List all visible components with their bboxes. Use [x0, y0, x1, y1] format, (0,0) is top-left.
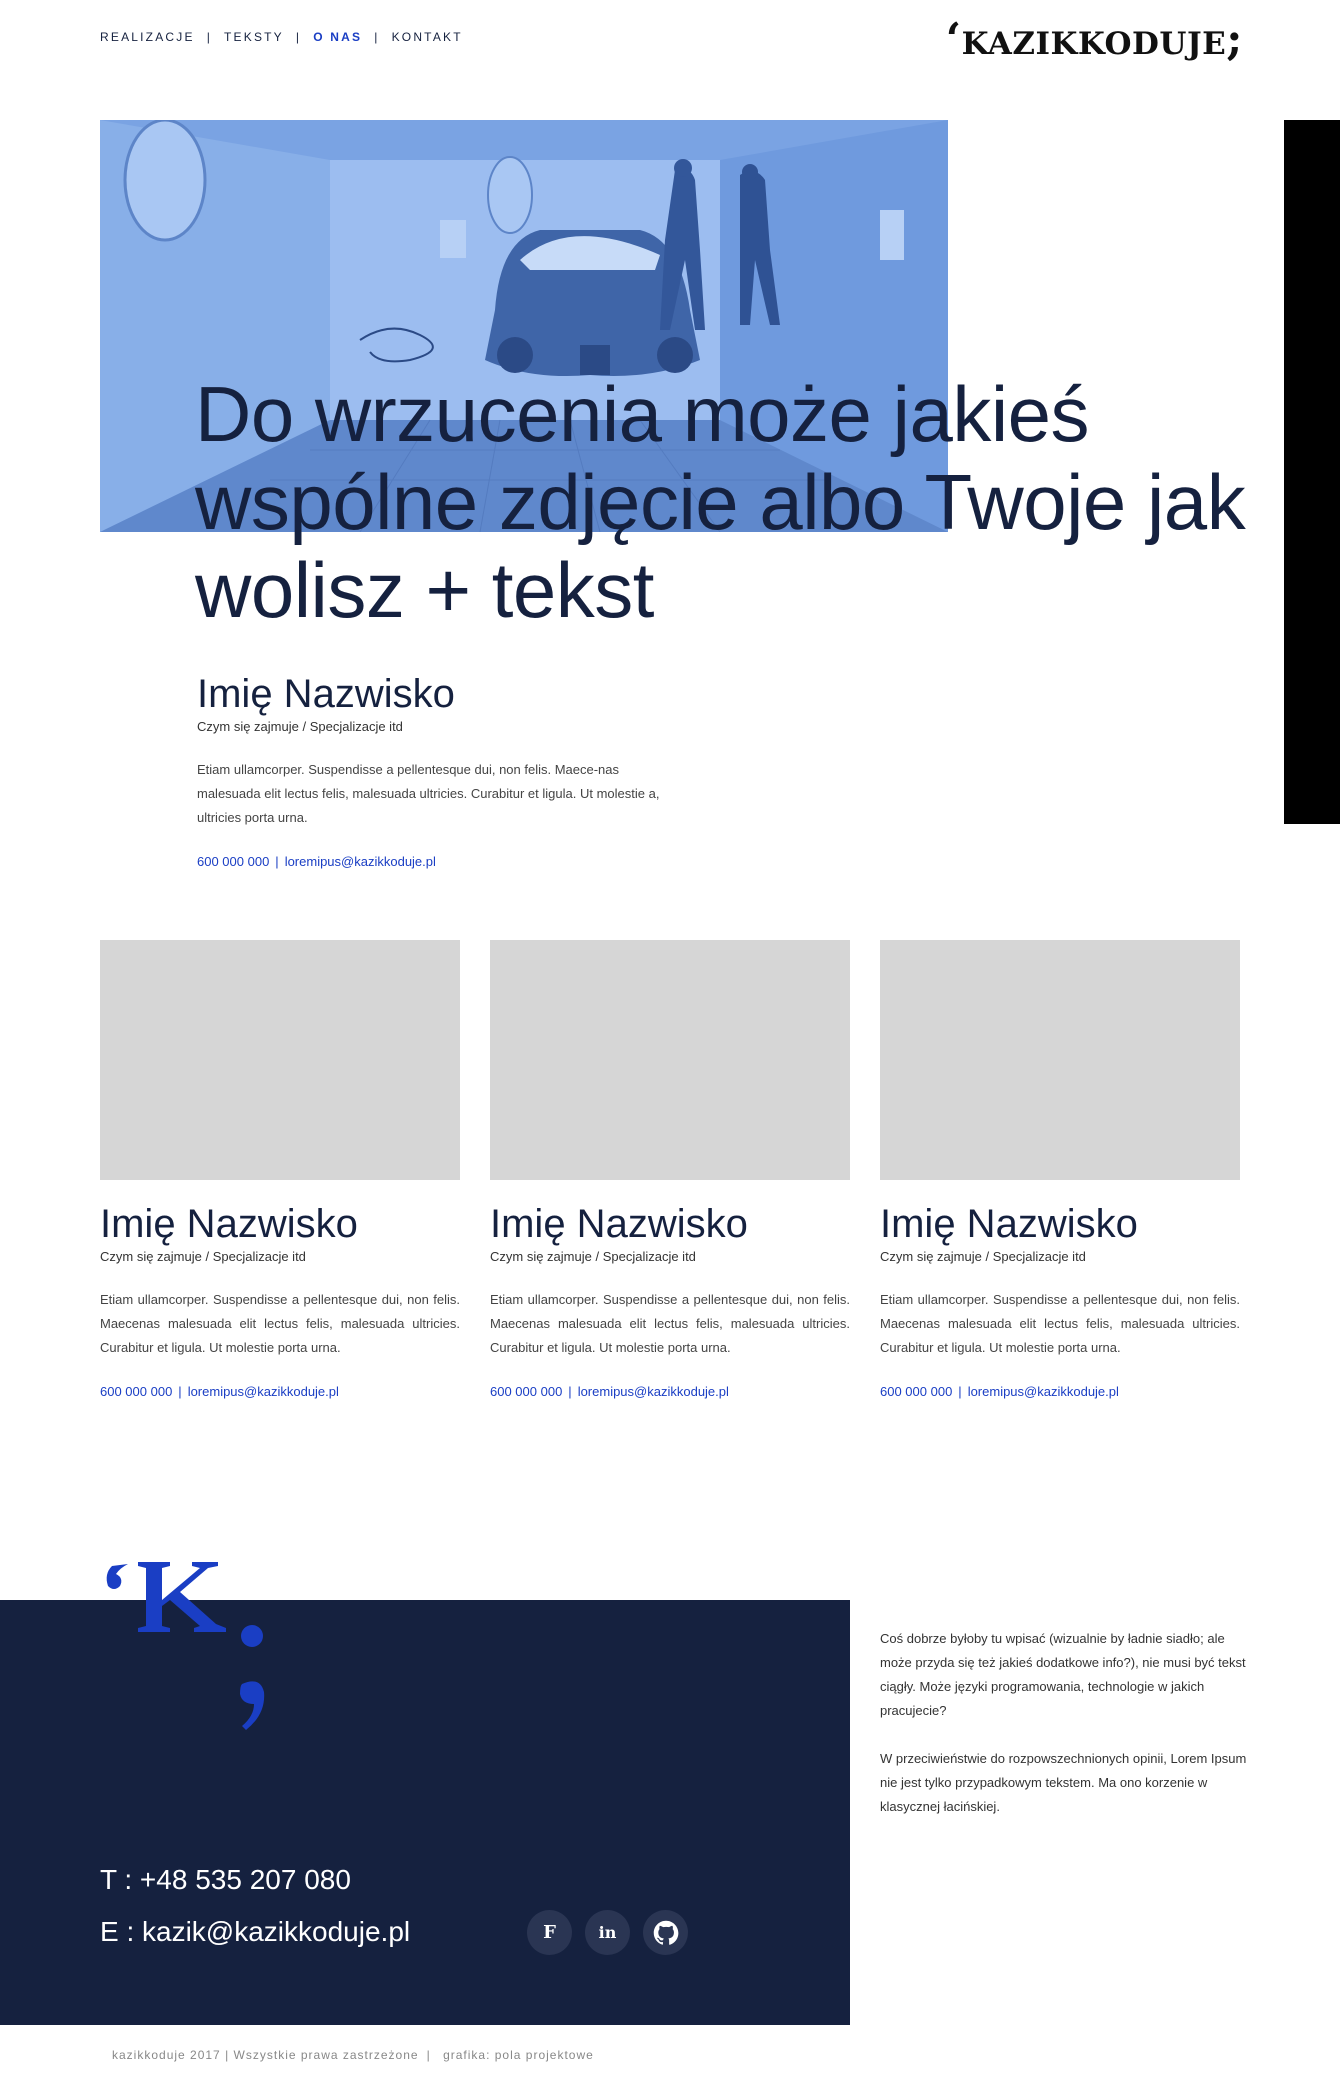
- person-phone-link[interactable]: 600 000 000: [197, 854, 269, 869]
- footer-email[interactable]: E : kazik@kazikkoduje.pl: [100, 1916, 410, 1948]
- person-contact: 600 000 000 | loremipus@kazikkoduje.pl: [100, 1384, 460, 1399]
- footer-paragraph: Coś dobrze byłoby tu wpisać (wizualnie b…: [880, 1631, 1246, 1718]
- nav-item-realizacje[interactable]: REALIZACJE: [100, 30, 195, 44]
- person-email-link[interactable]: loremipus@kazikkoduje.pl: [285, 854, 436, 869]
- main-person: Imię Nazwisko Czym się zajmuje / Specjal…: [197, 672, 667, 869]
- nav-separator: |: [295, 30, 302, 44]
- person-name: Imię Nazwisko: [100, 1202, 358, 1246]
- rights-text: Wszystkie prawa zastrzeżone: [233, 2048, 419, 2062]
- footer-paragraph: W przeciwieństwie do rozpowszechnionych …: [880, 1751, 1247, 1814]
- nav-separator: |: [374, 30, 380, 44]
- k-logo-mark: [100, 1552, 290, 1742]
- person-description: Etiam ullamcorper. Suspendisse a pellent…: [100, 1292, 460, 1355]
- person-phone-link[interactable]: 600 000 000: [490, 1384, 562, 1399]
- team-card: Imię Nazwisko Czym się zajmuje / Specjal…: [490, 940, 850, 1399]
- person-contact: 600 000 000 | loremipus@kazikkoduje.pl: [490, 1384, 850, 1399]
- site-logo[interactable]: ‘kazikkoduje;: [946, 14, 1243, 65]
- hero-title: Do wrzucenia może jakieś wspólne zdjęcie…: [195, 370, 1246, 634]
- person-role: Czym się zajmuje / Specjalizacje itd: [880, 1249, 1086, 1264]
- team-card: Imię Nazwisko Czym się zajmuje / Specjal…: [880, 940, 1240, 1399]
- nav-item-kontakt[interactable]: KONTAKT: [392, 30, 463, 44]
- facebook-icon[interactable]: F: [527, 1910, 572, 1955]
- person-phone-link[interactable]: 600 000 000: [100, 1384, 172, 1399]
- credits-text: grafika: pola projektowe: [443, 2048, 594, 2062]
- main-nav: REALIZACJE | TEKSTY | O NAS | KONTAKT: [100, 30, 463, 44]
- nav-separator: |: [206, 30, 213, 44]
- github-icon[interactable]: [643, 1910, 688, 1955]
- contact-separator: |: [178, 1384, 182, 1399]
- person-role: Czym się zajmuje / Specjalizacje itd: [490, 1249, 696, 1264]
- contact-separator: |: [958, 1384, 962, 1399]
- person-description: Etiam ullamcorper. Suspendisse a pellent…: [880, 1292, 1240, 1355]
- footer-info-text: Coś dobrze byłoby tu wpisać (wizualnie b…: [880, 1627, 1250, 1819]
- person-name: Imię Nazwisko: [880, 1202, 1138, 1246]
- copyright-separator: |: [426, 2048, 431, 2062]
- person-email-link[interactable]: loremipus@kazikkoduje.pl: [188, 1384, 339, 1399]
- person-email-link[interactable]: loremipus@kazikkoduje.pl: [968, 1384, 1119, 1399]
- team-photo-placeholder: [490, 940, 850, 1180]
- team-photo-placeholder: [100, 940, 460, 1180]
- copyright-text: kazikkoduje 2017 |: [112, 2048, 230, 2062]
- team-cards: Imię Nazwisko Czym się zajmuje / Specjal…: [100, 940, 1240, 1399]
- person-description: Etiam ullamcorper. Suspendisse a pellent…: [490, 1292, 850, 1355]
- nav-item-teksty[interactable]: TEKSTY: [224, 30, 284, 44]
- nav-item-o-nas[interactable]: O NAS: [313, 30, 362, 44]
- person-contact: 600 000 000 | loremipus@kazikkoduje.pl: [197, 854, 667, 869]
- team-photo-placeholder: [880, 940, 1240, 1180]
- person-description: Etiam ullamcorper. Suspendisse a pellent…: [197, 762, 660, 825]
- linkedin-icon[interactable]: in: [585, 1910, 630, 1955]
- footer-phone[interactable]: T : +48 535 207 080: [100, 1864, 351, 1896]
- person-name: Imię Nazwisko: [197, 672, 455, 716]
- contact-separator: |: [568, 1384, 572, 1399]
- person-email-link[interactable]: loremipus@kazikkoduje.pl: [578, 1384, 729, 1399]
- person-phone-link[interactable]: 600 000 000: [880, 1384, 952, 1399]
- person-name: Imię Nazwisko: [490, 1202, 748, 1246]
- social-links: F in: [527, 1910, 688, 1955]
- person-role: Czym się zajmuje / Specjalizacje itd: [197, 719, 403, 734]
- side-black-bar: [1284, 120, 1340, 824]
- person-contact: 600 000 000 | loremipus@kazikkoduje.pl: [880, 1384, 1240, 1399]
- contact-separator: |: [275, 854, 279, 869]
- copyright-line: kazikkoduje 2017 | Wszystkie prawa zastr…: [112, 2048, 594, 2062]
- person-role: Czym się zajmuje / Specjalizacje itd: [100, 1249, 306, 1264]
- team-card: Imię Nazwisko Czym się zajmuje / Specjal…: [100, 940, 460, 1399]
